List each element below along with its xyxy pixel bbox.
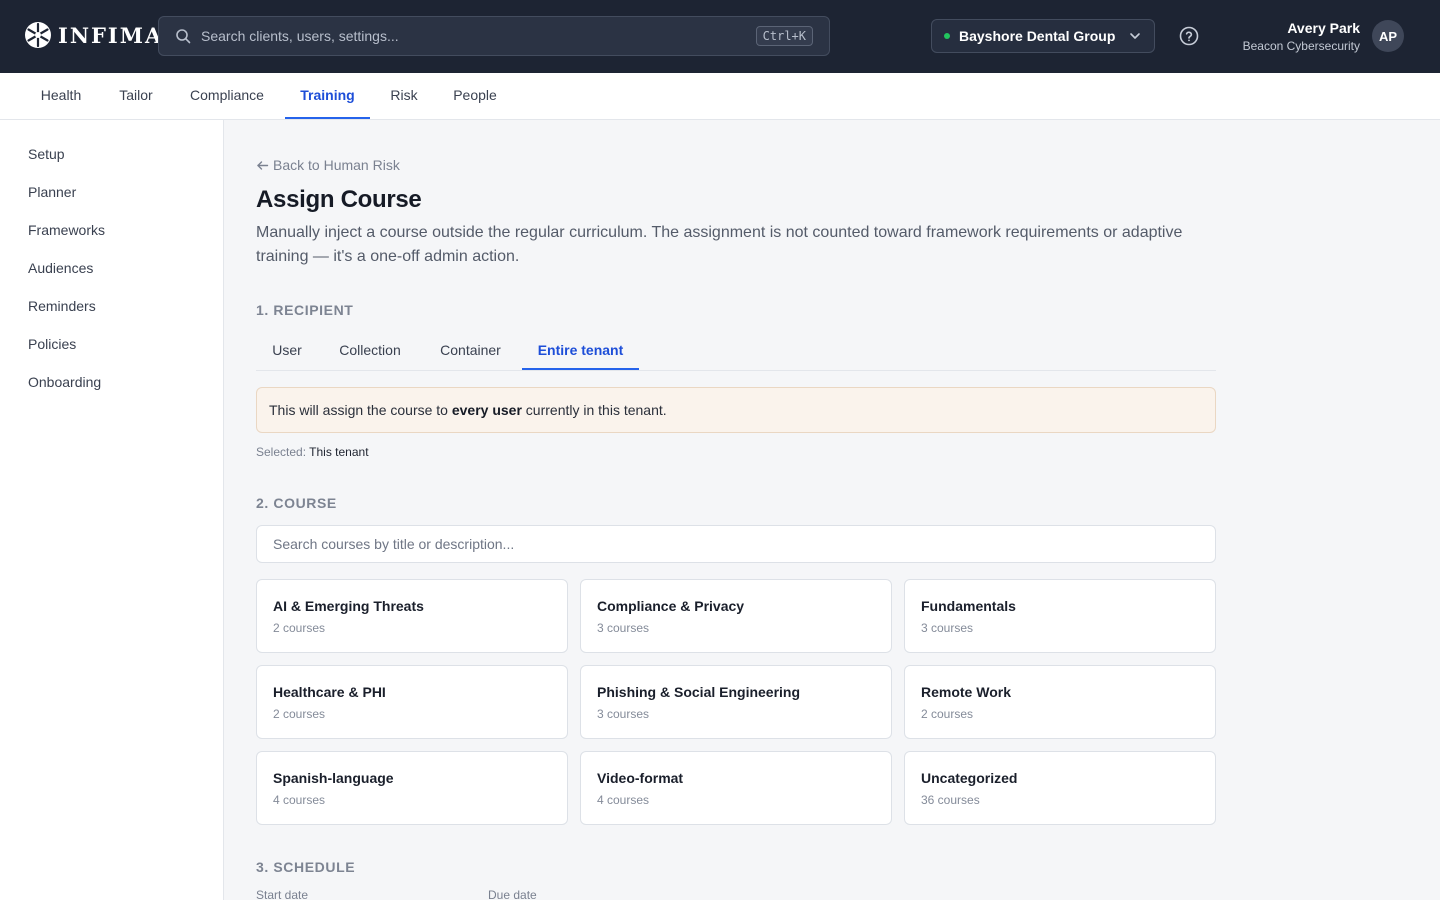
category-count: 2 courses: [273, 621, 326, 635]
category-title: Uncategorized: [921, 770, 1018, 786]
page-description: Manually inject a course outside the reg…: [256, 224, 1183, 265]
recipient-tab-user[interactable]: User: [256, 330, 318, 370]
category-count: 3 courses: [597, 707, 650, 721]
start-date-label: Start date: [256, 888, 309, 900]
category-title: Video-format: [597, 770, 684, 786]
tenant-name: Bayshore Dental Group: [959, 28, 1116, 44]
category-title: Fundamentals: [921, 598, 1016, 614]
category-title: Healthcare & PHI: [273, 684, 386, 700]
sidebar-item-policies[interactable]: Policies: [28, 336, 76, 352]
selected-recipient: Selected: This tenant: [256, 445, 369, 459]
avatar[interactable]: AP: [1372, 20, 1404, 52]
course-section-label: 2. COURSE: [256, 495, 337, 511]
course-category-card[interactable]: Remote Work 2 courses: [904, 665, 1216, 739]
tab-health[interactable]: Health: [24, 73, 98, 119]
tab-risk[interactable]: Risk: [374, 73, 434, 119]
sidebar-item-planner[interactable]: Planner: [28, 184, 76, 200]
category-count: 4 courses: [273, 793, 326, 807]
search-shortcut-badge: Ctrl+K: [755, 26, 813, 46]
tab-training[interactable]: Training: [285, 73, 370, 119]
course-category-card[interactable]: Spanish-language 4 courses: [256, 751, 568, 825]
tenant-selector[interactable]: Bayshore Dental Group: [931, 19, 1155, 53]
category-count: 3 courses: [597, 621, 650, 635]
selected-value: This tenant: [309, 445, 369, 459]
category-title: Phishing & Social Engineering: [597, 684, 801, 700]
global-search-input[interactable]: [201, 28, 756, 44]
course-category-card[interactable]: Compliance & Privacy 3 courses: [580, 579, 892, 653]
recipient-tab-container[interactable]: Container: [422, 330, 519, 370]
category-count: 2 courses: [273, 707, 326, 721]
recipient-tab-collection[interactable]: Collection: [322, 330, 418, 370]
notice-text-pre: This will assign the course to: [269, 402, 452, 418]
selected-label: Selected:: [256, 445, 307, 459]
sidebar-item-reminders[interactable]: Reminders: [28, 298, 96, 314]
tab-compliance[interactable]: Compliance: [172, 73, 282, 119]
page-title: Assign Course: [256, 186, 422, 213]
course-category-card[interactable]: Uncategorized 36 courses: [904, 751, 1216, 825]
global-search[interactable]: Ctrl+K: [158, 16, 830, 56]
notice-text-bold: every user: [451, 402, 522, 418]
tab-tailor[interactable]: Tailor: [102, 73, 170, 119]
snowflake-logo-icon: [25, 22, 51, 48]
tab-people[interactable]: People: [438, 73, 512, 119]
sidebar-item-setup[interactable]: Setup: [28, 146, 65, 162]
course-category-card[interactable]: Phishing & Social Engineering 3 courses: [580, 665, 892, 739]
chevron-down-icon: [1130, 33, 1140, 39]
category-title: Remote Work: [921, 684, 1011, 700]
recipient-section-label: 1. RECIPIENT: [256, 302, 354, 318]
notice-text-post: currently in this tenant.: [521, 402, 667, 418]
schedule-section-label: 3. SCHEDULE: [256, 859, 356, 875]
brand-name: INFIMA: [58, 22, 164, 48]
sidebar: Setup Planner Frameworks Audiences Remin…: [0, 120, 224, 900]
course-category-card[interactable]: Fundamentals 3 courses: [904, 579, 1216, 653]
category-count: 2 courses: [921, 707, 974, 721]
course-category-card[interactable]: Healthcare & PHI 2 courses: [256, 665, 568, 739]
back-link-label: Back to Human Risk: [273, 157, 400, 173]
course-category-card[interactable]: AI & Emerging Threats 2 courses: [256, 579, 568, 653]
user-name: Avery Park: [1287, 20, 1360, 36]
recipient-tabs: User Collection Container Entire tenant: [256, 330, 1216, 371]
course-category-card[interactable]: Video-format 4 courses: [580, 751, 892, 825]
help-icon[interactable]: [1178, 25, 1200, 47]
sidebar-item-frameworks[interactable]: Frameworks: [28, 222, 105, 238]
tenant-status-dot: [944, 33, 950, 39]
recipient-tab-entire-tenant[interactable]: Entire tenant: [522, 330, 639, 370]
sidebar-item-audiences[interactable]: Audiences: [28, 260, 93, 276]
tenant-assign-notice: This will assign the course to every use…: [256, 387, 1216, 433]
brand-logo[interactable]: INFIMA: [24, 21, 163, 49]
category-title: Compliance & Privacy: [597, 598, 745, 614]
main-nav: Health Tailor Compliance Training Risk P…: [0, 73, 1440, 120]
sidebar-item-onboarding[interactable]: Onboarding: [28, 374, 101, 390]
user-org: Beacon Cybersecurity: [1242, 39, 1360, 53]
category-count: 36 courses: [921, 793, 980, 807]
search-icon: [176, 29, 191, 44]
category-title: AI & Emerging Threats: [273, 598, 424, 614]
course-search-input[interactable]: [256, 525, 1216, 563]
back-link[interactable]: Back to Human Risk: [256, 157, 400, 173]
category-count: 3 courses: [921, 621, 974, 635]
category-count: 4 courses: [597, 793, 650, 807]
due-date-label: Due date: [488, 888, 537, 900]
arrow-left-icon: [257, 160, 269, 170]
user-menu[interactable]: Avery Park Beacon Cybersecurity: [1243, 19, 1360, 55]
top-bar: INFIMA Ctrl+K Bayshore Dental Group Aver…: [0, 0, 1440, 73]
category-title: Spanish-language: [273, 770, 394, 786]
